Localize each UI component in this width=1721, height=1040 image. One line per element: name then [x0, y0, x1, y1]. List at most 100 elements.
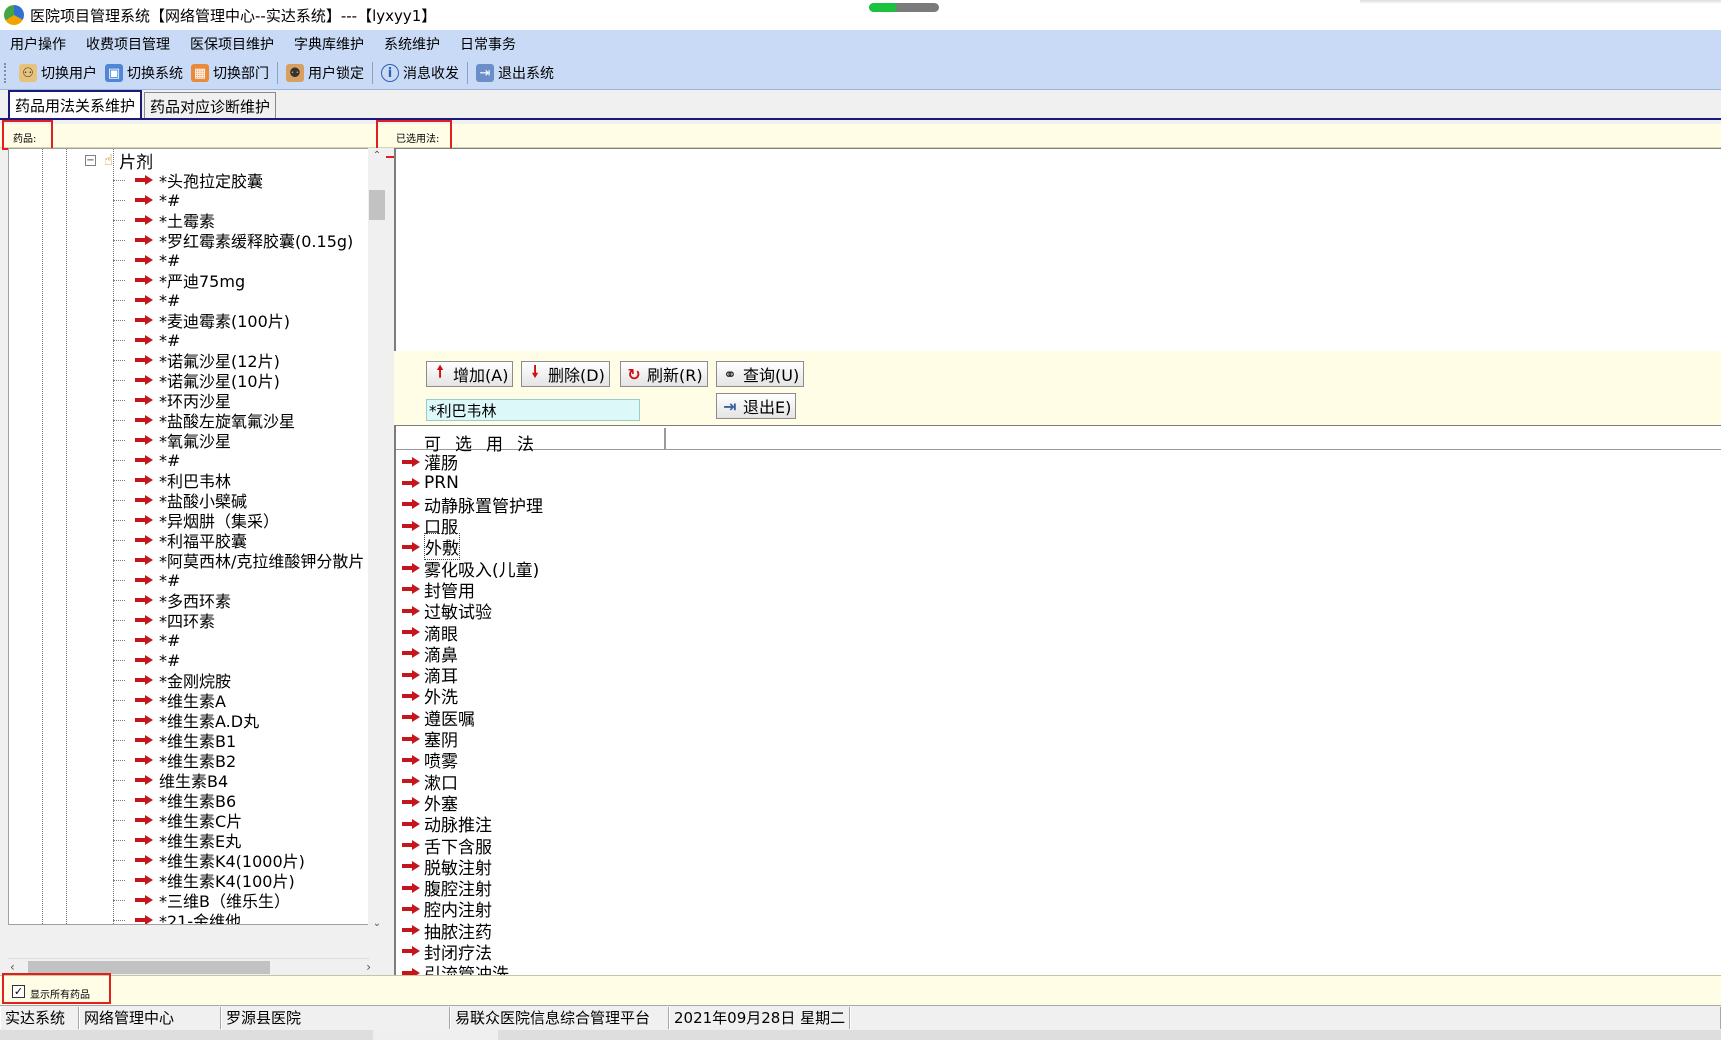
tree-item[interactable]: *维生素B2 — [113, 750, 368, 771]
tree-item[interactable]: *多西环素 — [113, 590, 368, 611]
usage-option[interactable]: 引流管冲洗 — [402, 962, 543, 975]
usage-option[interactable]: 脱敏注射 — [402, 856, 543, 879]
tree-item[interactable]: *麦迪霉素(100片) — [113, 310, 368, 331]
tree-vertical-scrollbar[interactable]: ⌃ ⌄ — [368, 148, 386, 958]
tree-item[interactable]: *维生素K4(100片) — [113, 870, 368, 891]
drug-tree[interactable]: − ☝ 片剂 *头孢拉定胶囊 *# *土霉素 *罗红霉素缓释胶囊(0.15g) *# *严… — [8, 148, 369, 925]
lock-user-button[interactable]: ⚉ 用户锁定 — [282, 60, 368, 86]
tree-item[interactable]: *# — [113, 650, 368, 670]
refresh-button[interactable]: ↻ 刷新(R) — [620, 361, 708, 387]
tree-item[interactable]: *金刚烷胺 — [113, 670, 368, 691]
tree-item[interactable]: *诺氟沙星(10片) — [113, 370, 368, 391]
usage-option[interactable]: 滴眼 — [402, 621, 543, 645]
usage-option[interactable]: 外塞 — [402, 792, 543, 815]
collapse-toggle-icon[interactable]: − — [85, 154, 96, 166]
tree-item[interactable]: *维生素A.D丸 — [113, 710, 368, 731]
tree-item[interactable]: *严迪75mg — [113, 270, 368, 291]
delete-button[interactable]: 🠗 删除(D) — [521, 361, 610, 387]
query-button[interactable]: ⚭ 查询(U) — [716, 361, 805, 387]
usage-option[interactable]: 遵医嘱 — [402, 707, 543, 730]
exit-system-button[interactable]: ⇥ 退出系统 — [472, 60, 558, 86]
red-arrow-icon — [135, 415, 155, 425]
tree-item[interactable]: *利福平胶囊 — [113, 530, 368, 551]
tree-item[interactable]: *异烟肼（集采） — [113, 510, 368, 531]
tree-item[interactable]: *氧氟沙星 — [113, 430, 368, 451]
usage-option[interactable]: 抽脓注药 — [402, 920, 543, 943]
usage-option[interactable]: 漱口 — [402, 770, 543, 794]
scroll-down-icon[interactable]: ⌄ — [368, 918, 386, 932]
tree-item[interactable]: *环丙沙星 — [113, 390, 368, 411]
tree-item[interactable]: *# — [113, 570, 368, 590]
scroll-left-icon[interactable]: ‹ — [10, 960, 15, 974]
usage-option[interactable]: 舌下含服 — [402, 834, 543, 858]
menu-user-ops[interactable]: 用户操作 — [4, 34, 72, 54]
tree-item[interactable]: *# — [113, 290, 368, 310]
scroll-up-icon[interactable]: ⌃ — [368, 150, 386, 164]
switch-user-label: 切换用户 — [41, 66, 97, 82]
messages-button[interactable]: i 消息收发 — [377, 60, 463, 86]
tab-drug-usage[interactable]: 药品用法关系维护 — [8, 90, 143, 118]
red-arrow-icon — [402, 797, 422, 808]
usage-option[interactable]: 塞阴 — [402, 728, 543, 751]
exit-button[interactable]: ⇥ 退出E) — [716, 393, 797, 419]
usage-option[interactable]: 滴鼻 — [402, 643, 543, 666]
available-usage-column-header[interactable]: 可选用法 — [396, 428, 666, 455]
tree-item[interactable]: *维生素K4(1000片) — [113, 850, 368, 871]
tree-item[interactable]: *三维B（维乐生） — [113, 890, 368, 911]
tree-item[interactable]: *盐酸左旋氧氟沙星 — [113, 410, 368, 431]
tree-item[interactable]: *维生素A — [113, 690, 368, 711]
tree-item[interactable]: *四环素 — [113, 610, 368, 631]
usage-option[interactable]: 外敷 — [402, 533, 543, 561]
tree-item[interactable]: 维生素B4 — [113, 770, 368, 791]
drug-search-input[interactable] — [426, 399, 640, 421]
usage-option[interactable]: 动静脉置管护理 — [402, 494, 543, 517]
tree-item[interactable]: *# — [113, 190, 368, 210]
selected-usage-list[interactable] — [394, 148, 1721, 351]
usage-option[interactable]: 灌肠 — [402, 451, 543, 474]
red-arrow-icon — [135, 555, 155, 565]
tree-item[interactable]: *维生素E丸 — [113, 830, 368, 851]
menu-daily[interactable]: 日常事务 — [454, 34, 522, 54]
tree-item[interactable]: *土霉素 — [113, 210, 368, 231]
tree-node-tablets[interactable]: − ☝ 片剂 — [85, 150, 153, 173]
switch-system-button[interactable]: ▣ 切换系统 — [101, 60, 187, 86]
usage-option[interactable]: 腔内注射 — [402, 898, 543, 921]
menu-dictionary[interactable]: 字典库维护 — [288, 34, 370, 54]
switch-dept-button[interactable]: ▦ 切换部门 — [187, 60, 273, 86]
tree-item[interactable]: *头孢拉定胶囊 — [113, 170, 368, 191]
usage-option[interactable]: 过敏试验 — [402, 600, 543, 623]
tree-item[interactable]: *# — [113, 250, 368, 270]
tree-item[interactable]: *维生素C片 — [113, 810, 368, 831]
tree-item[interactable]: *维生素B6 — [113, 790, 368, 811]
usage-option[interactable]: 动脉推注 — [402, 813, 543, 836]
tree-item[interactable]: *维生素B1 — [113, 730, 368, 751]
tree-item[interactable]: *阿莫西林/克拉维酸钾分散片 — [113, 550, 368, 571]
menu-fee-items[interactable]: 收费项目管理 — [80, 34, 176, 54]
usage-option[interactable]: 滴耳 — [402, 664, 543, 687]
usage-option[interactable]: 雾化吸入(儿童) — [402, 557, 543, 581]
switch-user-button[interactable]: ⚇ 切换用户 — [15, 60, 101, 86]
tree-item[interactable]: *利巴韦林 — [113, 470, 368, 491]
usage-option[interactable]: 封管用 — [402, 579, 543, 602]
usage-option[interactable]: 喷雾 — [402, 749, 543, 772]
tree-item[interactable]: *盐酸小檗碱 — [113, 490, 368, 511]
usage-option[interactable]: 腹腔注射 — [402, 877, 543, 900]
scroll-right-icon[interactable]: › — [366, 960, 371, 974]
tree-item[interactable]: *# — [113, 330, 368, 350]
tree-item[interactable]: *# — [113, 450, 368, 470]
usage-option[interactable]: PRN — [402, 472, 543, 493]
usage-option[interactable]: 封闭疗法 — [402, 941, 543, 964]
scroll-thumb[interactable] — [369, 190, 385, 220]
add-button[interactable]: 🠕 增加(A) — [426, 361, 514, 387]
menu-system[interactable]: 系统维护 — [378, 34, 446, 54]
menu-insurance[interactable]: 医保项目维护 — [184, 34, 280, 54]
tree-item[interactable]: *诺氟沙星(12片) — [113, 350, 368, 371]
red-arrow-icon — [135, 735, 155, 745]
tree-item[interactable]: *罗红霉素缓释胶囊(0.15g) — [113, 230, 368, 251]
tree-item[interactable]: *21-金维他 — [113, 910, 368, 924]
usage-option[interactable]: 外洗 — [402, 685, 543, 708]
tree-item[interactable]: *# — [113, 630, 368, 650]
available-usage-list[interactable]: 可选用法 灌肠 PRN 动静脉置管护理 口服 外敷 雾化吸入(儿童) 封管用 过敏试验 滴眼 滴鼻… — [394, 425, 1721, 975]
red-arrow-icon — [135, 315, 155, 325]
tab-drug-diagnosis[interactable]: 药品对应诊断维护 — [144, 92, 277, 118]
